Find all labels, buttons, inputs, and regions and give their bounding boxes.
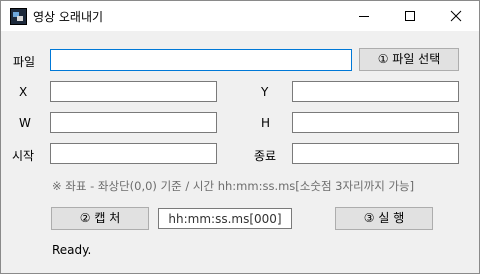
maximize-icon [405,11,415,21]
minimize-icon [359,16,369,17]
close-icon [450,10,462,22]
capture-button[interactable]: ② 캡 처 [51,207,149,230]
title-bar[interactable]: 영상 오래내기 [1,1,479,31]
start-label: 시작 [12,149,35,163]
h-label: H [261,116,271,130]
w-input[interactable] [50,112,217,133]
y-label: Y [261,85,269,99]
select-file-button[interactable]: ① 파일 선택 [359,48,459,71]
w-label: W [19,116,31,130]
window-title: 영상 오래내기 [33,10,104,24]
x-label: X [19,85,28,99]
end-time-input[interactable] [292,143,459,164]
run-button[interactable]: ③ 실 행 [335,207,433,230]
app-window: 영상 오래내기 파일 ① 파일 선택 X Y W H 시작 종료 ※ 좌표 - … [0,0,480,274]
y-input[interactable] [292,81,459,102]
status-text: Ready. [52,243,92,257]
end-label: 종료 [254,149,277,163]
minimize-button[interactable] [341,1,387,31]
x-input[interactable] [50,81,217,102]
app-icon [10,8,27,25]
capture-time-input[interactable] [158,208,292,229]
file-label: 파일 [13,55,36,69]
maximize-button[interactable] [387,1,433,31]
h-input[interactable] [292,112,459,133]
coordinate-time-note: ※ 좌표 - 좌상단(0,0) 기준 / 시간 hh:mm:ss.ms[소숫점 … [52,179,415,193]
start-time-input[interactable] [50,143,217,164]
file-path-input[interactable] [50,49,352,71]
close-button[interactable] [433,1,479,31]
